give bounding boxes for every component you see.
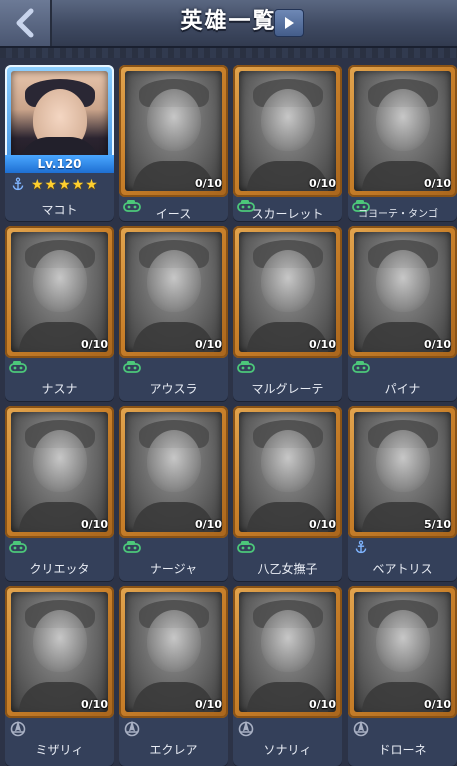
shard-progress: 0/10 [81, 338, 108, 351]
hero-card[interactable]: 0/10 ミザリィ [5, 586, 114, 766]
level-badge: Lv.120 [5, 155, 114, 173]
hero-name: エクレア [149, 743, 198, 757]
hero-name: 八乙女撫子 [257, 562, 318, 576]
shard-progress: 0/10 [81, 698, 108, 711]
shard-progress: 0/10 [424, 698, 451, 711]
hero-card[interactable]: 0/10 クリエッタ [5, 406, 114, 581]
hero-name: パイナ [384, 382, 421, 396]
hero-name: ベアトリス [372, 562, 433, 576]
tank-icon [123, 541, 141, 553]
aircraft-icon [238, 720, 254, 737]
hero-name: ドローネ [378, 743, 427, 757]
aircraft-icon [124, 720, 140, 737]
hero-card[interactable]: 0/10 アウスラ [119, 226, 228, 401]
hero-card[interactable]: 5/10 ベアトリス [348, 406, 457, 581]
hero-name: ミザリィ [35, 743, 84, 757]
hero-card[interactable]: 0/10 コヨーテ・タンゴ [348, 65, 457, 221]
shard-progress: 0/10 [81, 518, 108, 531]
anchor-icon [355, 540, 367, 554]
hero-card[interactable]: 0/10 ソナリィ [233, 586, 342, 766]
hero-card-featured[interactable]: Lv.120 ★★★★★ マコト [5, 65, 114, 221]
hero-name: ソナリィ [263, 743, 312, 757]
hero-card[interactable]: 0/10 ナスナ [5, 226, 114, 401]
shard-progress: 0/10 [424, 338, 451, 351]
hero-grid: Lv.120 ★★★★★ マコト 0/10 イース 0/10 スカーレット 0/… [0, 0, 457, 766]
aircraft-icon [10, 720, 26, 737]
anchor-icon [12, 177, 24, 191]
shard-progress: 0/10 [309, 338, 336, 351]
hero-name: スカーレット [251, 207, 324, 221]
aircraft-icon [353, 720, 369, 737]
shard-progress: 0/10 [309, 698, 336, 711]
hero-card[interactable]: 0/10 ナージャ [119, 406, 228, 581]
hero-card[interactable]: 0/10 八乙女撫子 [233, 406, 342, 581]
hero-name: クリエッタ [29, 562, 90, 576]
tank-icon [237, 361, 255, 373]
hero-name: マコト [41, 203, 78, 217]
hero-name: マルグレーテ [251, 382, 324, 396]
hero-name: イース [155, 207, 192, 221]
shard-progress: 5/10 [424, 518, 451, 531]
shard-progress: 0/10 [195, 338, 222, 351]
hero-card[interactable]: 0/10 マルグレーテ [233, 226, 342, 401]
hero-name: コヨーテ・タンゴ [358, 209, 438, 220]
hero-card[interactable]: 0/10 ドローネ [348, 586, 457, 766]
shard-progress: 0/10 [309, 518, 336, 531]
hero-name: アウスラ [149, 382, 198, 396]
shard-progress: 0/10 [195, 518, 222, 531]
tank-icon [9, 361, 27, 373]
tank-icon [123, 361, 141, 373]
hero-name: ナスナ [41, 382, 78, 396]
shard-progress: 0/10 [309, 177, 336, 190]
star-rating: ★★★★★ [31, 177, 99, 193]
hero-card[interactable]: 0/10 イース [119, 65, 228, 221]
hero-name: ナージャ [149, 562, 198, 576]
hero-card[interactable]: 0/10 エクレア [119, 586, 228, 766]
tank-icon [237, 541, 255, 553]
shard-progress: 0/10 [424, 177, 451, 190]
tank-icon [9, 541, 27, 553]
shard-progress: 0/10 [195, 177, 222, 190]
shard-progress: 0/10 [195, 698, 222, 711]
hero-card[interactable]: 0/10 スカーレット [233, 65, 342, 221]
hero-card[interactable]: 0/10 パイナ [348, 226, 457, 401]
tank-icon [352, 361, 370, 373]
